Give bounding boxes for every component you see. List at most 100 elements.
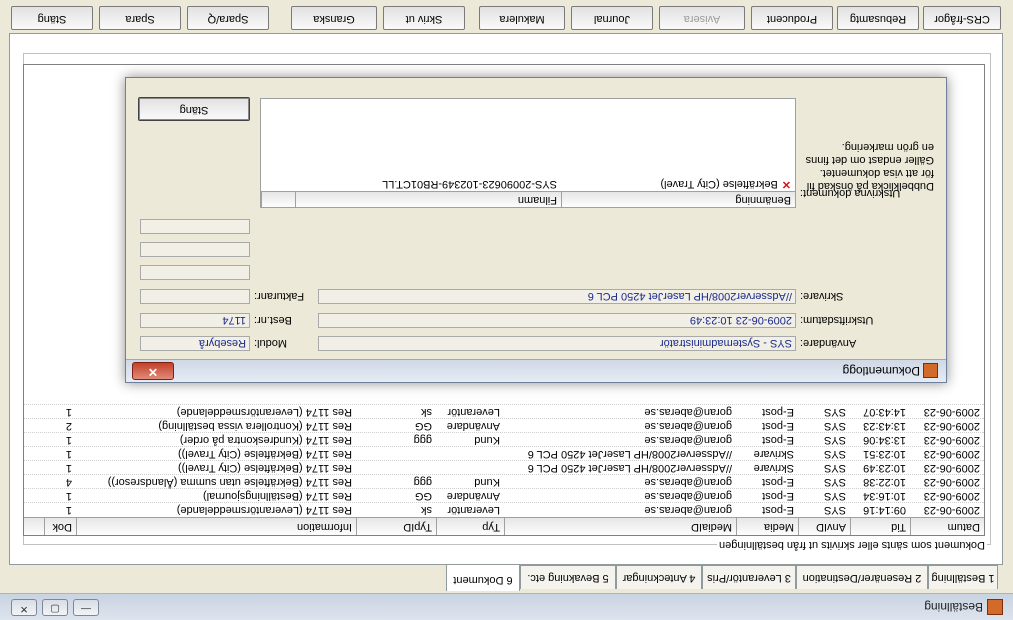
cell-information: Res 1174 (Kontrollera vissa beställning) xyxy=(158,420,352,432)
doc-row-name[interactable]: ✕Bekräftelse (City Travel) xyxy=(660,176,791,191)
crs-fragor-button[interactable]: CRS-frågor xyxy=(923,6,1001,30)
table-row[interactable]: 2009-06-23 09:14:16 SYS E-post goran@aberas.… xyxy=(24,502,984,517)
tab-bestallning[interactable]: 1 Beställning xyxy=(928,565,998,589)
button-bar: Stäng Spara Spara/Q Granska Skriv ut Mak… xyxy=(11,6,1003,30)
cell-dok: 4 xyxy=(65,476,72,488)
dialog-stang-button[interactable]: Stäng xyxy=(138,97,250,121)
skriv-ut-button[interactable]: Skriv ut xyxy=(383,6,465,30)
cell-typid xyxy=(356,447,436,461)
makulera-button[interactable]: Makulera xyxy=(479,6,565,30)
col-datum[interactable]: Datum xyxy=(910,518,984,535)
cell-dok: 1 xyxy=(65,490,72,502)
tab-resenarer[interactable]: 2 Resenärer/Destination xyxy=(796,565,928,589)
tab-leverantor[interactable]: 3 Leverantör/Pris xyxy=(702,565,796,589)
cell-datum: 2009-06-23 xyxy=(923,406,980,418)
producent-button[interactable]: Producent xyxy=(751,6,833,30)
cell-datum: 2009-06-23 xyxy=(923,420,980,432)
tab-bevakning[interactable]: 5 Bevakning etc. xyxy=(520,565,616,589)
cell-typ xyxy=(436,461,504,475)
grid-header: Datum Tid AnvID Media MediaID Typ TypID … xyxy=(24,517,984,535)
dialog-title-bar: Dokumentlogg ✕ xyxy=(126,359,946,382)
doc-row-file[interactable]: SYS-20090623-102349-RB01CT.LL xyxy=(382,176,557,191)
cell-mediaid: //Adsserver2008/HP LaserJet 4250 PCL 6 xyxy=(527,448,732,460)
cell-typid: ggg xyxy=(413,434,432,446)
cell-tid: 13:34:06 xyxy=(863,434,906,446)
cell-mediaid: goran@aberas.se xyxy=(644,476,732,488)
cell-typ: Användare xyxy=(446,420,500,432)
cell-mediaid: goran@aberas.se xyxy=(644,504,732,516)
maximize-button[interactable]: ▢ xyxy=(42,599,68,616)
col-mediaid[interactable]: MediaID xyxy=(504,518,736,535)
rebusamtg-button[interactable]: Rebusamtg xyxy=(837,6,919,30)
printer-label: Skrivare: xyxy=(800,290,844,302)
order-no-label: Best.nr: xyxy=(254,314,292,326)
col-information[interactable]: Information xyxy=(76,518,356,535)
printed-at-label: Utskriftsdatum: xyxy=(800,314,874,326)
window-title: Beställning xyxy=(924,600,983,614)
title-bar: Beställning — ▢ ✕ xyxy=(0,593,1013,620)
cell-media: Skrivare xyxy=(753,462,794,474)
col-dok[interactable]: Dok xyxy=(44,518,76,535)
tab-dokument[interactable]: 6 Dokument xyxy=(446,564,520,591)
table-row[interactable]: 2009-06-23 10:23:51 SYS Skrivare //Adsserver… xyxy=(24,446,984,461)
invoice-no-field xyxy=(140,289,250,304)
order-window: Beställning — ▢ ✕ 1 Beställning 2 Resenä… xyxy=(0,0,1013,620)
stang-button[interactable]: Stäng xyxy=(11,6,93,30)
cell-typ xyxy=(436,447,504,461)
tab-anteckningar[interactable]: 4 Anteckningar xyxy=(616,565,702,589)
table-row[interactable]: 2009-06-23 10:23:49 SYS Skrivare //Adsserver… xyxy=(24,460,984,475)
col-media[interactable]: Media xyxy=(736,518,798,535)
dialog-close-button[interactable]: ✕ xyxy=(132,362,174,380)
printed-docs-list[interactable]: Benämning Filnamn ✕Bekräftelse (City Tra… xyxy=(260,98,796,208)
cell-tid: 10:22:38 xyxy=(863,476,906,488)
col-typ[interactable]: Typ xyxy=(436,518,504,535)
group-label: Dokument som sänts eller skrivits ut frå… xyxy=(717,539,987,551)
cell-media: Skrivare xyxy=(753,448,794,460)
extra-field-1 xyxy=(140,265,250,280)
cell-datum: 2009-06-23 xyxy=(923,448,980,460)
order-no-field: 1174 xyxy=(140,313,250,328)
table-row[interactable]: 2009-06-23 10:16:34 SYS E-post goran@aberas.… xyxy=(24,488,984,503)
table-row[interactable]: 2009-06-23 13:34:06 SYS E-post goran@aberas.… xyxy=(24,432,984,447)
cell-typid: ggg xyxy=(413,476,432,488)
cell-media: E-post xyxy=(762,490,794,502)
cell-typid: GG xyxy=(414,420,432,432)
cell-typ: Leverantör xyxy=(447,504,500,516)
table-row[interactable]: 2009-06-23 10:22:38 SYS E-post goran@aberas.… xyxy=(24,474,984,489)
cell-dok: 1 xyxy=(65,462,72,474)
cell-information: Res 1174 (Kundreskontra på order) xyxy=(179,434,352,446)
cell-anvid: SYS xyxy=(823,462,846,474)
cell-dok: 1 xyxy=(65,406,72,418)
user-label: Användare: xyxy=(800,337,857,349)
table-row[interactable]: 2009-06-23 14:43:07 SYS E-post goran@aberas.… xyxy=(24,404,984,419)
doc-col-name[interactable]: Benämning xyxy=(561,191,795,207)
hint-text: Dubbelklicka på önskad fil för att visa … xyxy=(805,141,934,192)
cell-mediaid: goran@aberas.se xyxy=(644,406,732,418)
minimize-button[interactable]: — xyxy=(73,599,99,616)
cell-typ: Användare xyxy=(446,490,500,502)
cell-media: E-post xyxy=(762,504,794,516)
cell-tid: 10:23:49 xyxy=(863,462,906,474)
col-typid[interactable]: TypID xyxy=(356,518,436,535)
cell-tid: 14:43:07 xyxy=(863,406,906,418)
cell-anvid: SYS xyxy=(823,406,846,418)
cell-media: E-post xyxy=(762,476,794,488)
granska-button[interactable]: Granska xyxy=(291,6,377,30)
table-row[interactable]: 2009-06-23 13:43:23 SYS E-post goran@aberas.… xyxy=(24,418,984,433)
spara-q-button[interactable]: Spara/Q xyxy=(187,6,269,30)
cell-typ: Leverantör xyxy=(447,406,500,418)
col-anvid[interactable]: AnvID xyxy=(798,518,850,535)
module-label: Modul: xyxy=(254,337,288,349)
journal-button[interactable]: Journal xyxy=(571,6,653,30)
spara-button[interactable]: Spara xyxy=(99,6,181,30)
avisera-button[interactable]: Avisera xyxy=(659,6,745,30)
cell-tid: 10:16:34 xyxy=(863,490,906,502)
cell-dok: 2 xyxy=(65,420,72,432)
cell-media: E-post xyxy=(762,406,794,418)
close-button[interactable]: ✕ xyxy=(11,599,37,616)
doc-col-file[interactable]: Filnamn xyxy=(295,191,561,207)
cell-mediaid: //Adsserver2008/HP LaserJet 4250 PCL 6 xyxy=(527,462,732,474)
cell-datum: 2009-06-23 xyxy=(923,434,980,446)
col-tid[interactable]: Tid xyxy=(850,518,910,535)
red-x-icon: ✕ xyxy=(781,178,791,190)
